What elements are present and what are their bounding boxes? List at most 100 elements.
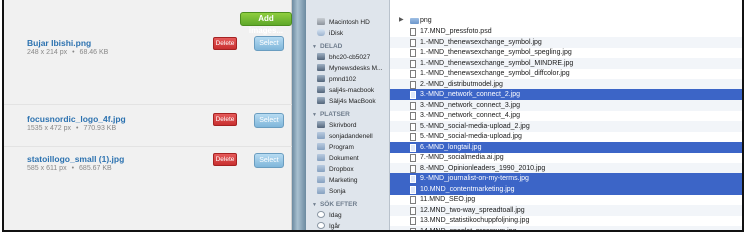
document-icon — [410, 227, 416, 230]
sidebar-item-label: Dokument — [329, 155, 359, 162]
document-icon — [410, 175, 416, 183]
file-row[interactable]: 14.MND_speglat_pressrum.jpg — [390, 225, 742, 230]
media-item-name[interactable]: statoillogo_small (1).jpg — [27, 154, 124, 164]
file-name: 12.MND_two-way_spreadtoall.jpg — [420, 206, 525, 214]
file-row[interactable]: 8.-MND_Opinionleaders_1990_2010.jpg — [390, 162, 742, 174]
sidebar-item-label: Skrivbord — [329, 122, 357, 129]
sidebar-item-place[interactable]: sonjadandenell — [317, 132, 373, 141]
sidebar-item-place[interactable]: Dokument — [317, 154, 359, 163]
file-name: 2.-MND_distributmodel.jpg — [420, 80, 503, 88]
file-row[interactable]: 1.-MND_thenewsexchange_symbol_spegling.j… — [390, 47, 742, 58]
file-name: png — [420, 17, 432, 24]
sidebar-item-shared[interactable]: salj4s-macbook — [317, 86, 374, 95]
select-button[interactable]: Select — [254, 36, 284, 51]
file-name: 11.MND_SEO.jpg — [420, 196, 476, 203]
meta-separator: • — [72, 49, 75, 56]
sidebar-item-place[interactable]: Skrivbord — [317, 121, 356, 130]
file-row[interactable]: 5.-MND_social-media-upload.jpg — [390, 131, 742, 142]
computer-icon — [317, 64, 325, 71]
computer-icon — [317, 75, 325, 82]
sidebar-item-label: salj4s-macbook — [329, 87, 375, 94]
file-row[interactable]: 13.MND_statistikochuppfoljning.jpg — [390, 215, 742, 226]
computer-icon — [317, 53, 325, 60]
media-item-name[interactable]: focusnordic_logo_4f.jpg — [27, 114, 126, 124]
media-item-size: 68.46 KB — [79, 49, 109, 56]
file-row[interactable]: 1.-MND_thenewsexchange_symbol.jpg — [390, 36, 742, 48]
file-row[interactable]: 11.MND_SEO.jpg — [390, 194, 742, 205]
sidebar-section-shared[interactable]: ▼ DELAD — [312, 42, 342, 51]
file-row[interactable]: 3.-MND_network_connect_4.jpg — [390, 110, 742, 121]
document-icon — [410, 164, 416, 173]
home-icon — [317, 132, 325, 139]
sidebar-section-places[interactable]: ▼ PLATSER — [312, 110, 350, 119]
sidebar-item-search[interactable]: Idag — [317, 211, 342, 220]
document-icon — [410, 154, 416, 162]
disclosure-triangle-icon: ▼ — [312, 44, 317, 50]
document-icon — [410, 196, 416, 204]
computer-icon — [317, 97, 325, 104]
document-icon — [410, 49, 416, 57]
section-label: SÖK EFTER — [319, 201, 358, 208]
media-item: Bujar Ibishi.png 248 x 214 px • 68.46 KB D… — [4, 28, 292, 104]
sidebar-item-shared[interactable]: Mynewsdesks M... — [317, 64, 382, 73]
document-icon — [410, 185, 416, 194]
sidebar-item-place[interactable]: Sonja — [317, 187, 346, 196]
sidebar-item-place[interactable]: Dropbox — [317, 165, 354, 174]
file-name: 3.-MND_network_connect_3.jpg — [420, 101, 520, 109]
clock-icon — [317, 211, 325, 218]
media-item-name[interactable]: Bujar Ibishi.png — [27, 38, 91, 48]
sidebar-section-search[interactable]: ▼ SÖK EFTER — [312, 200, 357, 209]
file-row[interactable]: 2.-MND_distributmodel.jpg — [390, 78, 742, 90]
media-item-size: 685.67 KB — [79, 165, 112, 172]
sidebar-item-label: Macintosh HD — [329, 19, 370, 26]
document-icon — [410, 70, 416, 78]
folder-icon — [317, 176, 325, 183]
select-button[interactable]: Select — [254, 113, 284, 128]
file-row[interactable]: 10.MND_contentmarketing.jpg — [390, 183, 742, 195]
sidebar-item-place[interactable]: Program — [317, 143, 354, 152]
media-item-meta: 585 x 611 px • 685.67 KB — [27, 165, 112, 172]
file-row[interactable]: 9.-MND_journalist-on-my-terms.jpg — [390, 173, 742, 184]
applications-icon — [317, 143, 325, 150]
delete-button[interactable]: Delete — [213, 37, 237, 50]
file-name: 9.-MND_journalist-on-my-terms.jpg — [420, 175, 529, 182]
sidebar-item-search[interactable]: Igår — [317, 222, 341, 230]
file-row[interactable]: 7.-MND_socialmedia.ai.jpg — [390, 152, 742, 163]
file-row[interactable]: 1.-MND_thenewsexchange_symbol_diffcolor.… — [390, 68, 742, 79]
file-row[interactable]: 17.MND_pressfoto.psd — [390, 26, 742, 37]
disclosure-triangle-icon: ▼ — [312, 202, 317, 208]
media-item-dimensions: 1535 x 472 px — [27, 125, 71, 132]
sidebar-item-macintosh-hd[interactable]: Macintosh HD — [317, 18, 370, 27]
sidebar-item-idisk[interactable]: iDisk — [317, 29, 343, 38]
screenshot-frame: Add images... Bujar Ibishi.png 248 x 214… — [2, 0, 744, 232]
file-row[interactable]: 12.MND_two-way_spreadtoall.jpg — [390, 204, 742, 216]
sidebar-item-shared[interactable]: bhc20-cb5027 — [317, 53, 370, 62]
document-icon — [410, 206, 416, 215]
file-row[interactable]: 3.-MND_network_connect_2.jpg — [390, 89, 742, 100]
delete-button[interactable]: Delete — [213, 153, 237, 166]
add-images-button[interactable]: Add images... — [240, 12, 292, 35]
sidebar-item-shared[interactable]: pmnd102 — [317, 75, 356, 84]
sidebar-item-label: Igår — [329, 223, 341, 230]
sidebar-item-label: sonjadandenell — [329, 133, 373, 140]
media-item-size: 770.93 KB — [83, 125, 117, 132]
sidebar-item-label: Dropbox — [329, 166, 354, 173]
window-divider — [292, 0, 306, 230]
folder-row[interactable]: ▶ png — [390, 15, 742, 26]
file-name: 10.MND_contentmarketing.jpg — [420, 185, 515, 193]
disclosure-triangle-icon[interactable]: ▶ — [399, 15, 404, 26]
file-row[interactable]: 5.-MND_social-media-upload_2.jpg — [390, 120, 742, 132]
select-button[interactable]: Select — [254, 153, 284, 168]
delete-button[interactable]: Delete — [213, 113, 237, 126]
disclosure-triangle-icon: ▼ — [312, 112, 317, 118]
file-row[interactable]: 6.-MND_longtail.jpg — [390, 141, 742, 153]
file-name: 1.-MND_thenewsexchange_symbol_spegling.j… — [420, 49, 572, 56]
sidebar-item-shared[interactable]: Sälj4s MacBook — [317, 97, 376, 106]
sidebar-item-label: Program — [329, 144, 354, 151]
file-name: 3.-MND_network_connect_4.jpg — [420, 112, 520, 119]
folder-icon — [317, 165, 325, 172]
sidebar-item-place[interactable]: Marketing — [317, 176, 358, 185]
file-row[interactable]: 3.-MND_network_connect_3.jpg — [390, 99, 742, 111]
file-row[interactable]: 1.-MND_thenewsexchange_symbol_MINDRE.jpg — [390, 57, 742, 69]
desktop-icon — [317, 121, 325, 128]
